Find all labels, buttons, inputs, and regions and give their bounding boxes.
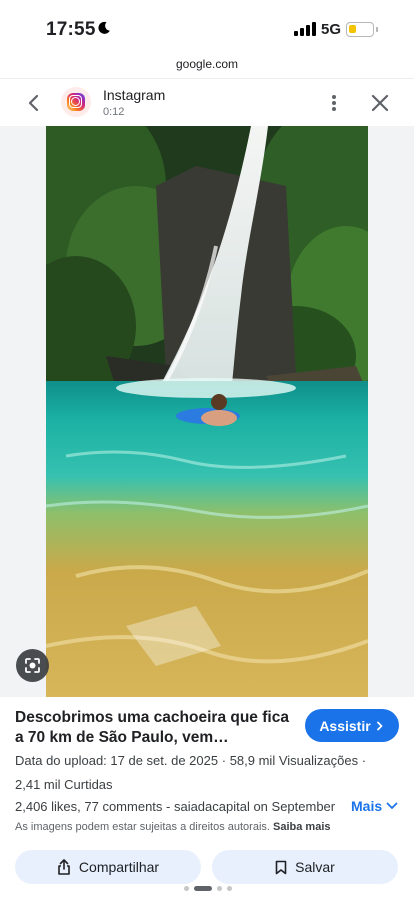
battery-tip: [376, 27, 378, 32]
watch-button[interactable]: Assistir: [305, 709, 399, 742]
pagination-dots: [0, 884, 414, 892]
pagination-dot: [184, 886, 189, 891]
viewer-header: Instagram 0:12: [0, 78, 414, 126]
share-label: Compartilhar: [78, 859, 160, 875]
pagination-dot: [217, 886, 222, 891]
lens-search-button[interactable]: [16, 649, 49, 682]
lens-icon: [25, 658, 40, 673]
likes-count: 2,41 mil Curtidas: [15, 777, 113, 792]
video-duration: 0:12: [103, 106, 125, 118]
status-time: 17:55: [46, 19, 96, 40]
instagram-logo-icon: [61, 87, 91, 117]
waterfall-image: [46, 126, 368, 697]
result-title[interactable]: Descobrimos uma cachoeira que fica a 70 …: [15, 708, 297, 748]
copyright-notice: As imagens podem estar sujeitas a direit…: [15, 821, 331, 833]
status-bar: 17:55 5G: [0, 0, 414, 52]
watch-button-label: Assistir: [319, 717, 371, 734]
upload-date: Data do upload: 17 de set. de 2025: [15, 753, 219, 768]
share-button[interactable]: Compartilhar: [15, 850, 201, 884]
copyright-text: As imagens podem estar sujeitas a direit…: [15, 821, 270, 833]
close-icon[interactable]: [371, 94, 389, 112]
more-button[interactable]: Mais: [351, 798, 398, 814]
url-label: google.com: [175, 57, 239, 71]
pagination-dot: [227, 886, 232, 891]
chevron-right-icon: [376, 721, 383, 730]
signal-icon: [294, 22, 316, 36]
learn-more-link[interactable]: Saiba mais: [273, 821, 330, 833]
upload-meta: Data do upload: 17 de set. de 2025 · 58,…: [15, 753, 366, 768]
share-icon: [58, 859, 70, 875]
battery-icon: [346, 22, 374, 37]
meta-separator: ·: [361, 753, 367, 768]
chevron-down-icon: [386, 802, 398, 809]
back-arrow-icon[interactable]: [24, 93, 44, 113]
more-button-label: Mais: [351, 798, 383, 814]
bookmark-icon: [275, 860, 287, 874]
more-options-icon[interactable]: [326, 93, 342, 113]
source-name[interactable]: Instagram: [103, 87, 165, 103]
moon-icon: [98, 21, 110, 34]
result-description: 2,406 likes, 77 comments - saiadacapital…: [15, 799, 336, 814]
waterfall-photo[interactable]: [46, 126, 368, 697]
network-label: 5G: [321, 21, 342, 38]
save-button[interactable]: Salvar: [212, 850, 398, 884]
meta-separator: ·: [221, 753, 230, 768]
pagination-dot-active: [194, 886, 212, 891]
views-count: 58,9 mil Visualizações: [229, 753, 359, 768]
save-label: Salvar: [295, 859, 335, 875]
